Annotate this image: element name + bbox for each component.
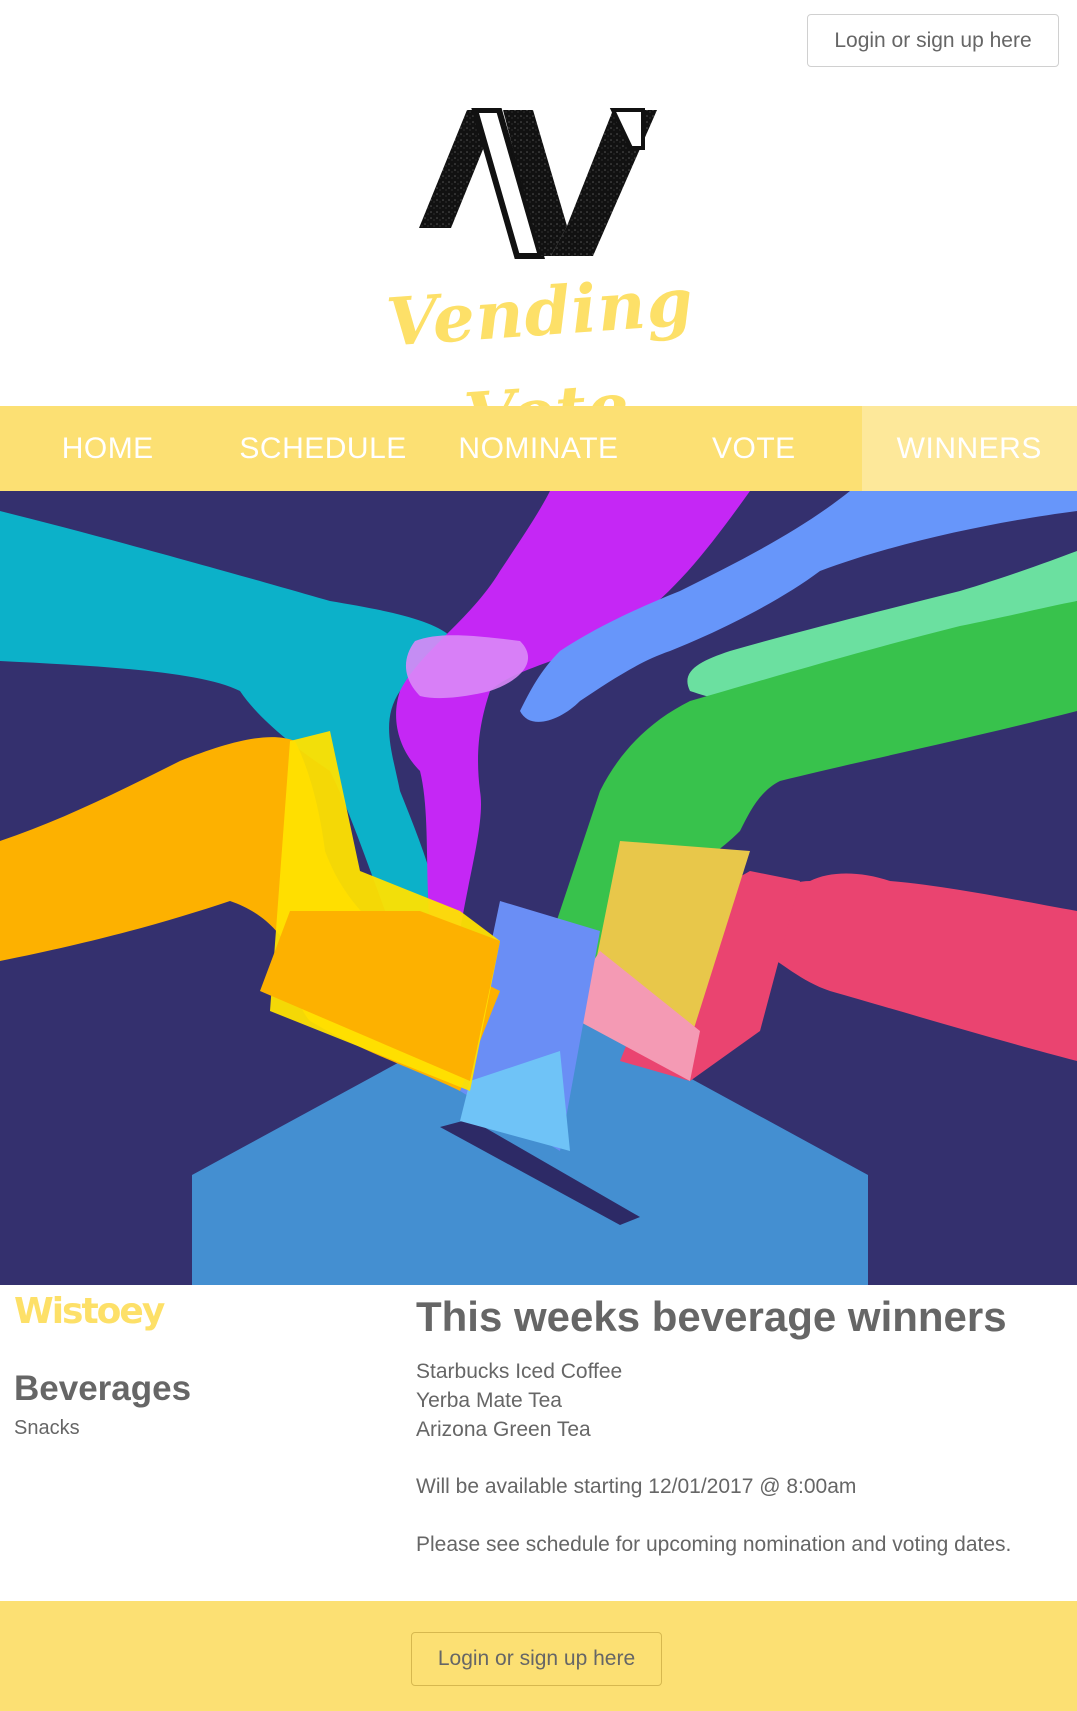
- vending-vote-logo-icon: [419, 108, 657, 259]
- sidebar-title: Wistoey: [14, 1291, 165, 1332]
- logo-wordmark: Vending Vote: [383, 262, 697, 456]
- login-signup-button-bottom[interactable]: Login or sign up here: [411, 1632, 662, 1686]
- login-signup-button-top[interactable]: Login or sign up here: [807, 14, 1059, 67]
- site-header: Login or sign up here Vending Vote: [0, 0, 1077, 456]
- nav-winners[interactable]: WINNERS: [861, 406, 1077, 491]
- sidebar-link-beverages[interactable]: Beverages: [14, 1369, 191, 1409]
- winners-list: Starbucks Iced Coffee Yerba Mate Tea Ari…: [416, 1357, 622, 1444]
- sidebar-link-snacks[interactable]: Snacks: [14, 1417, 80, 1440]
- list-item: Starbucks Iced Coffee: [416, 1360, 623, 1383]
- nav-vote[interactable]: VOTE: [646, 406, 861, 491]
- winners-content: Wistoey Beverages Snacks This weeks beve…: [0, 1285, 1077, 1601]
- list-item: Yerba Mate Tea: [416, 1389, 562, 1412]
- nav-nominate[interactable]: NOMINATE: [431, 406, 646, 491]
- nav-schedule[interactable]: SCHEDULE: [215, 406, 430, 491]
- hero-illustration: [0, 491, 1077, 1285]
- site-footer: Login or sign up here: [0, 1601, 1077, 1711]
- list-item: Arizona Green Tea: [416, 1418, 591, 1441]
- page-title: This weeks beverage winners: [416, 1293, 1007, 1340]
- availability-text: Will be available starting 12/01/2017 @ …: [416, 1475, 857, 1498]
- hands-voting-illustration: [0, 491, 1077, 1285]
- schedule-note: Please see schedule for upcoming nominat…: [416, 1533, 1012, 1556]
- nav-home[interactable]: HOME: [0, 406, 215, 491]
- main-nav: HOME SCHEDULE NOMINATE VOTE WINNERS: [0, 406, 1077, 491]
- page: Login or sign up here Vending Vote HOME …: [0, 0, 1077, 1711]
